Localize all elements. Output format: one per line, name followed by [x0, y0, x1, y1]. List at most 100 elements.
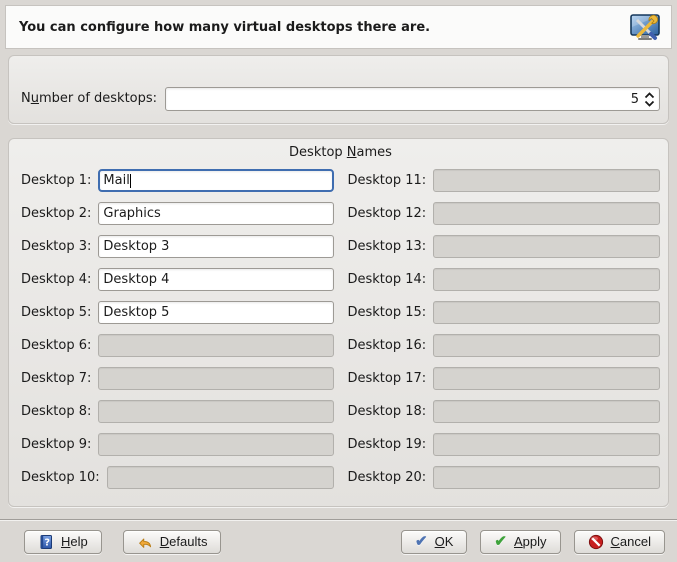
desktop-name-row: Desktop 12: — [348, 202, 661, 225]
desktop-label: Desktop 10: — [21, 470, 100, 485]
header-text: You can configure how many virtual deskt… — [19, 20, 629, 35]
desktop-label: Desktop 20: — [348, 470, 427, 485]
help-book-icon: ? — [38, 534, 54, 550]
ok-button[interactable]: ✔ OK — [401, 530, 467, 554]
desktop-tools-icon — [629, 11, 661, 43]
text-cursor — [130, 174, 131, 188]
desktop-name-row: Desktop 4: Desktop 4 — [21, 268, 334, 291]
spin-down-button[interactable] — [644, 100, 655, 107]
apply-button[interactable]: ✔ Apply — [480, 530, 560, 554]
desktop-11-input — [433, 169, 660, 192]
spinner-arrows — [644, 92, 655, 107]
desktop-label: Desktop 11: — [348, 173, 427, 188]
spinbox-value: 5 — [172, 92, 639, 107]
desktop-name-row: Desktop 16: — [348, 334, 661, 357]
desktop-label: Desktop 6: — [21, 338, 91, 353]
desktop-10-input — [107, 466, 334, 489]
desktop-label: Desktop 13: — [348, 239, 427, 254]
desktop-name-row: Desktop 19: — [348, 433, 661, 456]
desktop-name-row: Desktop 8: — [21, 400, 334, 423]
desktop-12-input — [433, 202, 660, 225]
left-button-group: ? Help Defaults — [24, 530, 221, 554]
defaults-button-label: Defaults — [160, 534, 208, 549]
names-col-left: Desktop 1: Mail Desktop 2: Graphics Desk… — [21, 169, 334, 489]
desktop-1-input[interactable]: Mail — [98, 169, 333, 192]
desktop-18-input — [433, 400, 660, 423]
desktop-name-row: Desktop 15: — [348, 301, 661, 324]
virtual-desktops-dialog: You can configure how many virtual deskt… — [0, 0, 677, 562]
ok-check-icon: ✔ — [415, 534, 428, 549]
desktop-name-row: Desktop 11: — [348, 169, 661, 192]
help-button-label: Help — [61, 534, 88, 549]
undo-arrow-icon — [137, 534, 153, 550]
desktop-14-input — [433, 268, 660, 291]
defaults-button[interactable]: Defaults — [123, 530, 222, 554]
desktop-label: Desktop 14: — [348, 272, 427, 287]
desktop-name-row: Desktop 10: — [21, 466, 334, 489]
desktop-3-input[interactable]: Desktop 3 — [98, 235, 333, 258]
desktop-names-group: Desktop Names Desktop 1: Mail Desktop 2:… — [8, 138, 669, 507]
cancel-button-label: Cancel — [611, 534, 651, 549]
desktop-4-input[interactable]: Desktop 4 — [98, 268, 333, 291]
desktop-input-value: Desktop 5 — [103, 305, 169, 320]
desktop-20-input — [433, 466, 660, 489]
desktop-name-row: Desktop 1: Mail — [21, 169, 334, 192]
desktop-name-row: Desktop 7: — [21, 367, 334, 390]
desktop-label: Desktop 19: — [348, 437, 427, 452]
desktop-15-input — [433, 301, 660, 324]
desktop-label: Desktop 12: — [348, 206, 427, 221]
desktop-label: Desktop 18: — [348, 404, 427, 419]
apply-check-icon: ✔ — [494, 534, 507, 549]
desktop-8-input — [98, 400, 333, 423]
desktop-names-grid: Desktop 1: Mail Desktop 2: Graphics Desk… — [21, 169, 660, 489]
desktop-label: Desktop 7: — [21, 371, 91, 386]
desktop-name-row: Desktop 5: Desktop 5 — [21, 301, 334, 324]
desktop-label: Desktop 5: — [21, 305, 91, 320]
desktop-6-input — [98, 334, 333, 357]
desktop-label: Desktop 8: — [21, 404, 91, 419]
desktop-16-input — [433, 334, 660, 357]
number-of-desktops-spinbox[interactable]: 5 — [165, 87, 660, 111]
header-panel: You can configure how many virtual deskt… — [5, 5, 672, 49]
desktop-name-row: Desktop 9: — [21, 433, 334, 456]
desktop-5-input[interactable]: Desktop 5 — [98, 301, 333, 324]
desktop-name-row: Desktop 20: — [348, 466, 661, 489]
desktop-label: Desktop 16: — [348, 338, 427, 353]
svg-text:?: ? — [45, 537, 51, 548]
desktop-name-row: Desktop 3: Desktop 3 — [21, 235, 334, 258]
desktop-label: Desktop 9: — [21, 437, 91, 452]
desktop-label: Desktop 4: — [21, 272, 91, 287]
desktop-input-value: Desktop 3 — [103, 239, 169, 254]
desktop-2-input[interactable]: Graphics — [98, 202, 333, 225]
desktop-input-value: Desktop 4 — [103, 272, 169, 287]
desktop-names-title: Desktop Names — [21, 145, 660, 160]
help-button[interactable]: ? Help — [24, 530, 102, 554]
desktop-input-value: Graphics — [103, 206, 160, 221]
apply-button-label: Apply — [514, 534, 547, 549]
desktop-name-row: Desktop 14: — [348, 268, 661, 291]
desktop-9-input — [98, 433, 333, 456]
cancel-button[interactable]: Cancel — [574, 530, 665, 554]
desktop-name-row: Desktop 13: — [348, 235, 661, 258]
desktop-name-row: Desktop 17: — [348, 367, 661, 390]
right-button-group: ✔ OK ✔ Apply Cancel — [401, 530, 665, 554]
desktop-label: Desktop 1: — [21, 173, 91, 188]
number-of-desktops-label: Number of desktops: — [21, 87, 157, 111]
desktop-name-row: Desktop 18: — [348, 400, 661, 423]
names-col-right: Desktop 11: Desktop 12: Desktop 13: Desk… — [348, 169, 661, 489]
desktop-17-input — [433, 367, 660, 390]
number-of-desktops-frame: Number of desktops: 5 — [8, 55, 669, 124]
spin-up-button[interactable] — [644, 92, 655, 99]
desktop-label: Desktop 15: — [348, 305, 427, 320]
desktop-7-input — [98, 367, 333, 390]
desktop-19-input — [433, 433, 660, 456]
desktop-name-row: Desktop 6: — [21, 334, 334, 357]
desktop-name-row: Desktop 2: Graphics — [21, 202, 334, 225]
desktop-13-input — [433, 235, 660, 258]
desktop-label: Desktop 17: — [348, 371, 427, 386]
button-bar: ? Help Defaults ✔ OK ✔ Appl — [0, 521, 677, 562]
content-spacer — [0, 507, 677, 519]
desktop-label: Desktop 3: — [21, 239, 91, 254]
desktop-label: Desktop 2: — [21, 206, 91, 221]
cancel-sign-icon — [588, 534, 604, 550]
